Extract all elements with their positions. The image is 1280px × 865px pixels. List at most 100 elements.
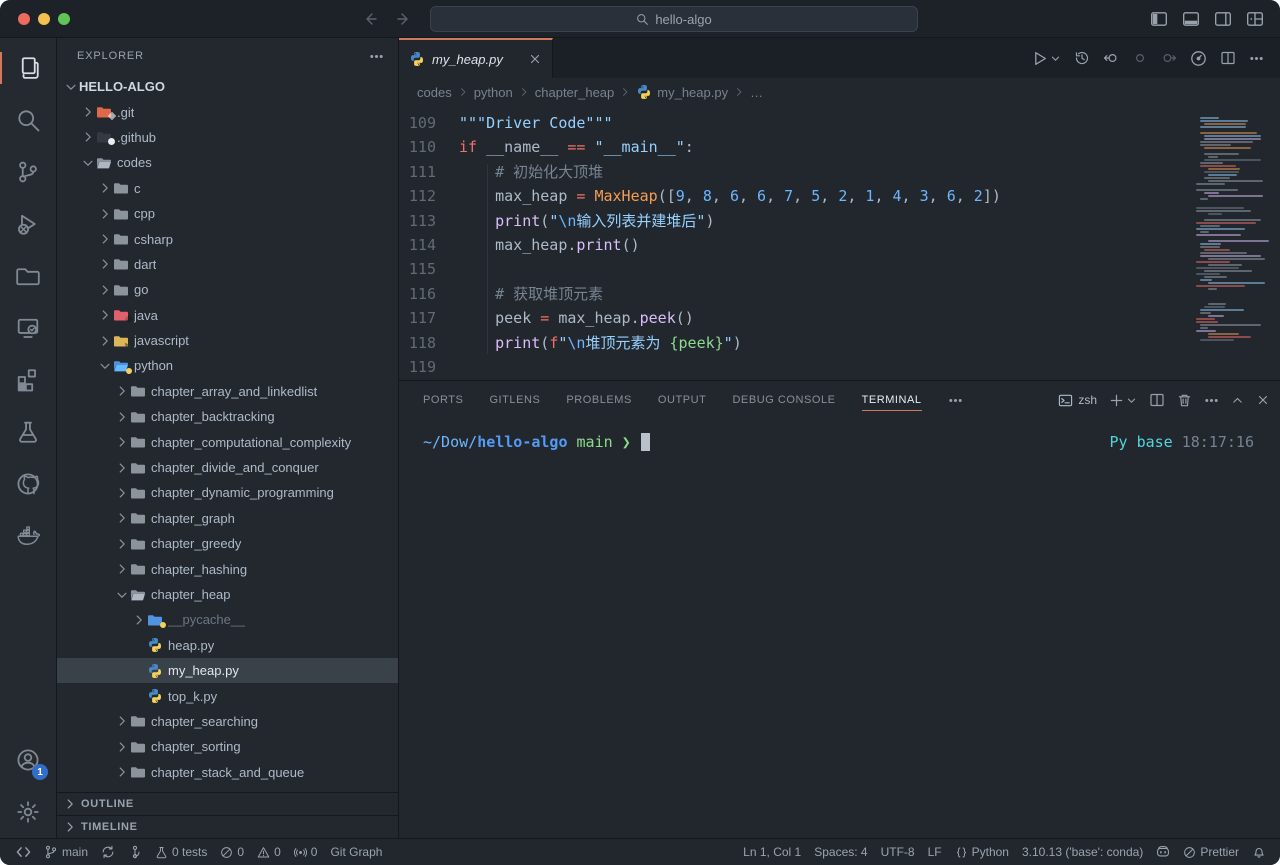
status-item-sync-icon[interactable] (101, 845, 115, 859)
tree-item-top-k-py[interactable]: top_k.py (57, 683, 398, 708)
minimap[interactable] (1196, 114, 1272, 341)
activity-search-icon[interactable] (0, 94, 56, 146)
tree-item-heap-py[interactable]: heap.py (57, 633, 398, 658)
minimize-window-button[interactable] (38, 13, 50, 25)
split-terminal-button[interactable] (1149, 392, 1165, 408)
tree-item-chapter-hashing[interactable]: chapter_hashing (57, 556, 398, 581)
tree-item-my-heap-py[interactable]: my_heap.py (57, 658, 398, 683)
toggle-panel-icon[interactable] (1182, 10, 1200, 28)
more-icon[interactable] (1249, 51, 1264, 66)
tree-item-csharp[interactable]: csharp (57, 226, 398, 251)
status-item-gitlens-icon[interactable] (128, 845, 142, 859)
activity-github-icon[interactable] (0, 458, 56, 510)
tree-item-chapter-array-and-linkedlist[interactable]: chapter_array_and_linkedlist (57, 379, 398, 404)
more-icon[interactable] (1204, 393, 1219, 408)
status-item-0[interactable]: 0 (257, 845, 281, 859)
status-item-spaces-4[interactable]: Spaces: 4 (814, 845, 867, 859)
history-icon[interactable] (1074, 50, 1090, 66)
panel-tab-terminal[interactable]: TERMINAL (862, 381, 922, 419)
tree-item-chapter-heap[interactable]: chapter_heap (57, 582, 398, 607)
tree-item-go[interactable]: go (57, 277, 398, 302)
customize-layout-icon[interactable] (1246, 10, 1264, 28)
status-item-0-tests[interactable]: 0 tests (155, 845, 207, 859)
activity-account-icon[interactable]: 1 (0, 734, 56, 786)
tree-item-chapter-searching[interactable]: chapter_searching (57, 709, 398, 734)
toggle-sidebar-icon[interactable] (1150, 10, 1168, 28)
panel-tab-output[interactable]: OUTPUT (658, 381, 707, 419)
panel-tab-ports[interactable]: PORTS (423, 381, 463, 419)
status-item-lf[interactable]: LF (928, 845, 942, 859)
status-item-git-graph[interactable]: Git Graph (330, 845, 382, 859)
close-panel-button[interactable] (1256, 393, 1270, 407)
tree-item-chapter-graph[interactable]: chapter_graph (57, 506, 398, 531)
run-button-group[interactable] (1031, 50, 1061, 67)
close-icon[interactable] (528, 52, 542, 66)
annotations-icon[interactable] (1190, 50, 1207, 67)
tree-item--git[interactable]: .git (57, 99, 398, 124)
activity-extensions-icon[interactable] (0, 354, 56, 406)
tree-item-chapter-sorting[interactable]: chapter_sorting (57, 734, 398, 759)
status-item-3-10-13-base-conda-[interactable]: 3.10.13 ('base': conda) (1022, 845, 1143, 859)
close-window-button[interactable] (18, 13, 30, 25)
panel-tab-problems[interactable]: PROBLEMS (566, 381, 632, 419)
more-icon[interactable] (369, 49, 384, 64)
more-icon[interactable] (948, 393, 963, 408)
terminal[interactable]: ~/Dow/hello-algo main ❯ Py base 18:17:16 (399, 419, 1280, 838)
activity-remote-explorer-icon[interactable] (0, 302, 56, 354)
breadcrumb-item[interactable]: my_heap.py (636, 84, 728, 100)
activity-docker-icon[interactable] (0, 510, 56, 562)
breadcrumb-item[interactable]: codes (417, 85, 452, 100)
tree-item-chapter-computational-complexity[interactable]: chapter_computational_complexity (57, 429, 398, 454)
status-item-0[interactable]: 0 (294, 845, 318, 859)
tree-item-chapter-dynamic-programming[interactable]: chapter_dynamic_programming (57, 480, 398, 505)
breadcrumb-item[interactable]: python (474, 85, 513, 100)
status-item-remote-icon[interactable] (16, 845, 31, 860)
next-change-icon[interactable] (1161, 50, 1177, 66)
panel-tab-gitlens[interactable]: GITLENS (489, 381, 540, 419)
tab-my-heap[interactable]: my_heap.py (399, 38, 553, 78)
split-editor-icon[interactable] (1220, 50, 1236, 66)
tree-item-javascript[interactable]: JSjavascript (57, 328, 398, 353)
status-item-copilot-icon[interactable] (1156, 845, 1170, 859)
back-icon[interactable] (362, 11, 378, 27)
tree-item-java[interactable]: java (57, 303, 398, 328)
tree-item--pycache-[interactable]: __pycache__ (57, 607, 398, 632)
toggle-secondary-sidebar-icon[interactable] (1214, 10, 1232, 28)
new-terminal-button[interactable] (1109, 393, 1137, 408)
forward-icon[interactable] (396, 11, 412, 27)
command-center-search[interactable]: hello-algo (430, 6, 918, 32)
tree-item-python[interactable]: python (57, 353, 398, 378)
breadcrumb-item[interactable]: chapter_heap (535, 85, 615, 100)
maximize-window-button[interactable] (58, 13, 70, 25)
tree-item-chapter-divide-and-conquer[interactable]: chapter_divide_and_conquer (57, 455, 398, 480)
panel-tab-debug-console[interactable]: DEBUG CONSOLE (732, 381, 835, 419)
prev-change-icon[interactable] (1103, 50, 1119, 66)
tree-item-chapter-stack-and-queue[interactable]: chapter_stack_and_queue (57, 760, 398, 785)
status-item-python[interactable]: Python (955, 845, 1009, 859)
maximize-panel-button[interactable] (1231, 394, 1244, 407)
activity-files-icon[interactable] (0, 42, 56, 94)
activity-beaker-icon[interactable] (0, 406, 56, 458)
activity-folder-icon[interactable] (0, 250, 56, 302)
sidebar-section-outline[interactable]: OUTLINE (57, 792, 398, 815)
change-icon[interactable] (1132, 50, 1148, 66)
status-item-bell-icon[interactable] (1252, 845, 1266, 859)
status-item-main[interactable]: main (44, 845, 88, 859)
tree-item-cpp[interactable]: cpp (57, 201, 398, 226)
kill-terminal-button[interactable] (1177, 393, 1192, 408)
tree-item--github[interactable]: .github (57, 125, 398, 150)
tree-item-dart[interactable]: dart (57, 252, 398, 277)
tree-item-chapter-backtracking[interactable]: chapter_backtracking (57, 404, 398, 429)
tree-item-c[interactable]: c (57, 176, 398, 201)
activity-settings-gear-icon[interactable] (0, 786, 56, 838)
code-editor[interactable]: 109"""Driver Code"""110if __name__ == "_… (399, 106, 1280, 380)
sidebar-section-timeline[interactable]: TIMELINE (57, 815, 398, 838)
tree-item-chapter-greedy[interactable]: chapter_greedy (57, 531, 398, 556)
status-item-ln-1-col-1[interactable]: Ln 1, Col 1 (743, 845, 801, 859)
terminal-instance[interactable]: zsh (1058, 393, 1097, 408)
status-item-0[interactable]: 0 (220, 845, 244, 859)
status-item-utf-8[interactable]: UTF-8 (881, 845, 915, 859)
status-item-prettier[interactable]: Prettier (1183, 845, 1239, 859)
breadcrumb-item[interactable]: … (750, 85, 763, 100)
tree-item-hello-algo[interactable]: HELLO-ALGO (57, 74, 398, 99)
